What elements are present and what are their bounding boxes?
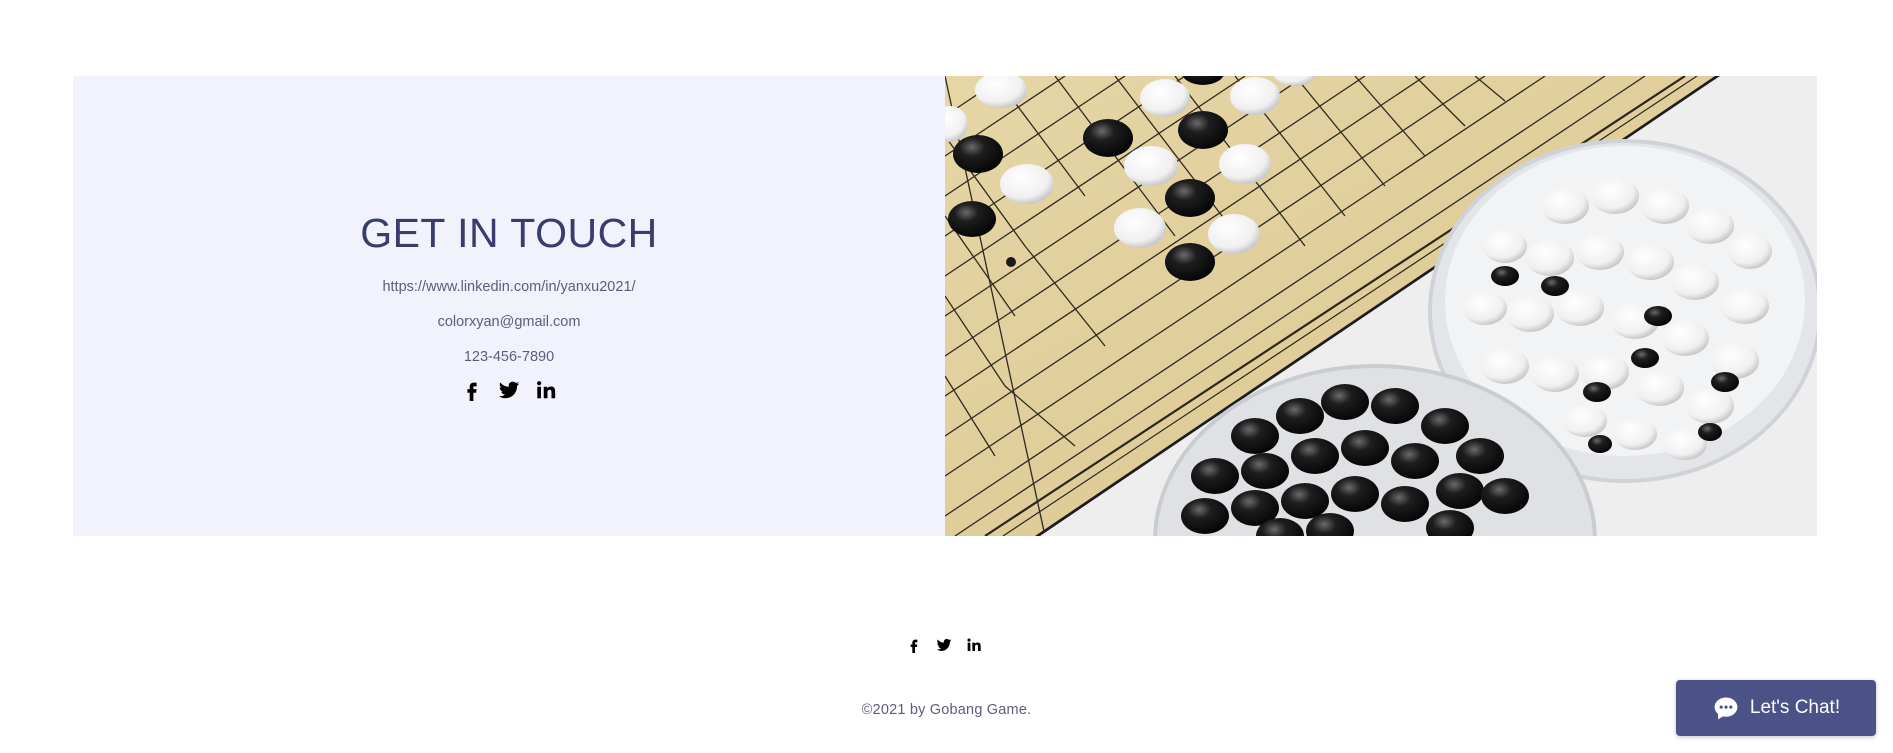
chat-button[interactable]: Let's Chat!: [1676, 680, 1876, 736]
footer-social-bar: [906, 637, 982, 653]
chat-bubble-icon: [1712, 694, 1740, 722]
chat-label: Let's Chat!: [1749, 697, 1841, 718]
twitter-icon[interactable]: [936, 637, 952, 653]
twitter-icon[interactable]: [498, 379, 520, 401]
go-board-illustration: [945, 76, 1817, 536]
contact-content: GET IN TOUCH https://www.linkedin.com/in…: [73, 208, 945, 401]
contact-social-bar: [73, 379, 945, 401]
go-board-image: [945, 76, 1817, 536]
contact-title: GET IN TOUCH: [360, 210, 658, 256]
copyright-text: ©2021 by Gobang Game.: [861, 702, 1032, 718]
linkedin-icon[interactable]: [535, 379, 557, 401]
page: GET IN TOUCH https://www.linkedin.com/in…: [0, 0, 1893, 753]
contact-strip: GET IN TOUCH https://www.linkedin.com/in…: [73, 76, 1817, 536]
facebook-icon[interactable]: [461, 379, 483, 401]
facebook-icon[interactable]: [906, 637, 922, 653]
linkedin-icon[interactable]: [966, 637, 982, 653]
contact-panel: GET IN TOUCH https://www.linkedin.com/in…: [73, 76, 945, 536]
email-text: colorxyan@gmail.com: [437, 314, 581, 330]
linkedin-url-text: https://www.linkedin.com/in/yanxu2021/: [382, 279, 636, 295]
phone-text: 123-456-7890: [463, 349, 555, 365]
